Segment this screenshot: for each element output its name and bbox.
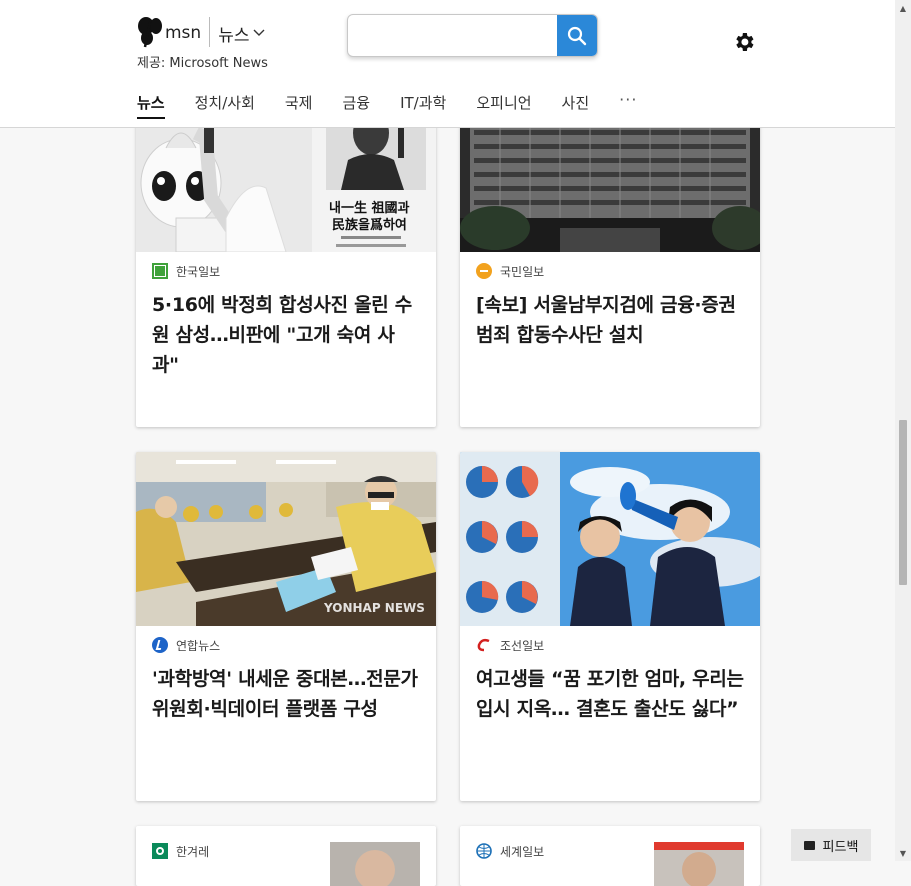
students-megaphone-image [460, 452, 760, 626]
news-card[interactable]: 내一生 祖國과 民族을爲하여 한국일보 5·16에 박정희 합성사진 올린 수원… [136, 78, 436, 427]
search-icon [567, 26, 587, 45]
source-label: 조선일보 [476, 637, 544, 653]
source-name: 국민일보 [500, 264, 545, 279]
news-thumbnail [460, 452, 760, 626]
source-label: 국민일보 [476, 263, 544, 279]
source-name: 연합뉴스 [176, 638, 221, 653]
news-card[interactable]: 국민일보 [속보] 서울남부지검에 금융·증권범죄 합동수사단 설치 [460, 78, 760, 427]
nav-item-world[interactable]: 국제 [285, 92, 313, 126]
nav-more-button[interactable]: ··· [619, 90, 637, 126]
source-name: 세계일보 [500, 844, 545, 859]
nav-item-opinion[interactable]: 오피니언 [476, 92, 531, 126]
news-card[interactable]: 조선일보 여고생들 “꿈 포기한 엄마, 우리는 입시 지옥… 결혼도 출산도 … [460, 452, 760, 801]
channel-selector[interactable]: 뉴스 [218, 21, 265, 46]
kukmin-ilbo-logo-icon [476, 263, 492, 279]
yonhap-news-logo-icon [152, 637, 168, 653]
category-nav: 뉴스 정치/사회 국제 금융 IT/과학 오피니언 사진 ··· [137, 90, 637, 126]
yonhap-watermark: YONHAP NEWS [323, 601, 425, 615]
news-card[interactable]: 세계일보 [460, 826, 760, 886]
logo-divider [209, 17, 211, 47]
scroll-thumb[interactable] [899, 420, 907, 585]
news-headline[interactable]: [속보] 서울남부지검에 금융·증권범죄 합동수사단 설치 [476, 290, 744, 350]
search-button[interactable] [557, 15, 597, 56]
scroll-down-arrow-icon[interactable]: ▼ [895, 845, 911, 861]
source-label: 연합뉴스 [152, 637, 220, 653]
top-header: msn 뉴스 제공: Microsoft News 뉴스 정치/사회 국제 금융… [0, 0, 895, 128]
source-name: 한겨레 [176, 844, 210, 859]
brand-name: msn [165, 23, 202, 43]
scroll-up-arrow-icon[interactable]: ▲ [895, 0, 911, 16]
nav-item-politics-society[interactable]: 정치/사회 [195, 92, 255, 126]
source-name: 조선일보 [500, 638, 545, 653]
msn-logo[interactable]: msn 뉴스 [137, 15, 265, 49]
covid-meeting-image: YONHAP NEWS [136, 452, 436, 626]
feedback-icon [803, 840, 815, 850]
news-card[interactable]: YONHAP NEWS 연합뉴스 '과학방역' 내세운 중대본…전문가위원회·빅… [136, 452, 436, 801]
news-thumbnail [330, 842, 420, 886]
search-box [347, 14, 598, 57]
provider-label: 제공: Microsoft News [137, 56, 268, 71]
news-headline[interactable]: 5·16에 박정희 합성사진 올린 수원 삼성…비판에 "고개 숙여 사과" [152, 290, 420, 380]
hankyoreh-logo-icon [152, 843, 168, 859]
nav-item-it-science[interactable]: IT/과학 [400, 92, 446, 126]
portrait-caption-line2: 民族을爲하여 [332, 217, 407, 233]
chevron-down-icon [253, 29, 265, 36]
feedback-label: 피드백 [822, 839, 859, 855]
source-label: 한겨레 [152, 843, 209, 859]
news-thumbnail: YONHAP NEWS [136, 452, 436, 626]
feedback-button[interactable]: 피드백 [791, 829, 871, 861]
hankook-ilbo-logo-icon [152, 263, 168, 279]
segye-ilbo-logo-icon [476, 843, 492, 859]
msn-butterfly-icon [138, 17, 162, 48]
channel-label: 뉴스 [218, 25, 250, 46]
nav-item-news[interactable]: 뉴스 [137, 92, 165, 126]
news-headline[interactable]: '과학방역' 내세운 중대본…전문가위원회·빅데이터 플랫폼 구성 [152, 664, 420, 724]
source-label: 세계일보 [476, 843, 544, 859]
settings-gear-icon[interactable] [732, 30, 756, 54]
source-name: 한국일보 [176, 264, 221, 279]
page-scrollbar[interactable]: ▲ ▼ [895, 0, 911, 861]
search-input[interactable] [348, 15, 568, 54]
news-headline[interactable]: 여고생들 “꿈 포기한 엄마, 우리는 입시 지옥… 결혼도 출산도 싫다” [476, 664, 744, 724]
news-thumbnail [654, 842, 744, 886]
nav-item-finance[interactable]: 금융 [342, 92, 370, 126]
portrait-caption-line1: 내一生 祖國과 [329, 200, 409, 216]
news-card[interactable]: 한겨레 [136, 826, 436, 886]
chosun-ilbo-logo-icon [476, 637, 492, 653]
nav-item-photos[interactable]: 사진 [562, 92, 590, 126]
source-label: 한국일보 [152, 263, 220, 279]
